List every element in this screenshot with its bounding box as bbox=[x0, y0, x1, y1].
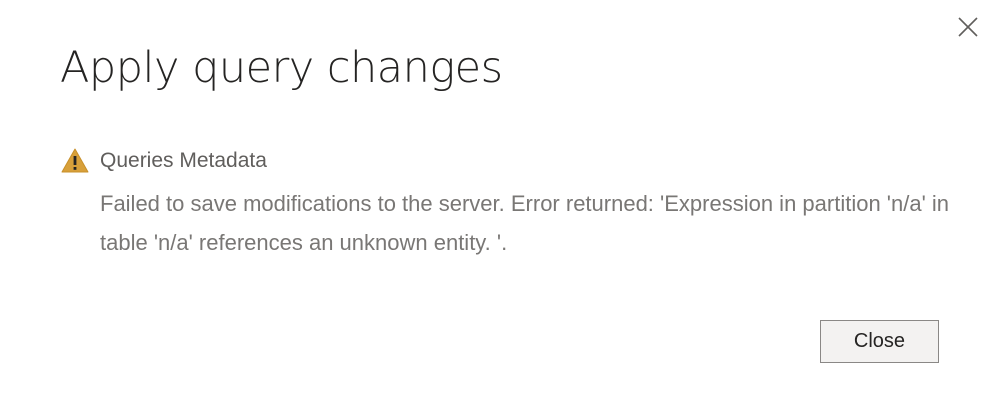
close-button[interactable]: Close bbox=[820, 320, 939, 363]
warning-icon bbox=[60, 146, 90, 176]
message-title: Queries Metadata bbox=[100, 149, 267, 172]
dialog-title: Apply query changes bbox=[60, 43, 503, 93]
message-header: Queries Metadata bbox=[60, 146, 267, 176]
apply-query-changes-dialog: Apply query changes Queries Metadata Fai… bbox=[0, 0, 1000, 416]
error-message: Failed to save modifications to the serv… bbox=[100, 191, 950, 255]
close-icon[interactable] bbox=[955, 14, 981, 40]
